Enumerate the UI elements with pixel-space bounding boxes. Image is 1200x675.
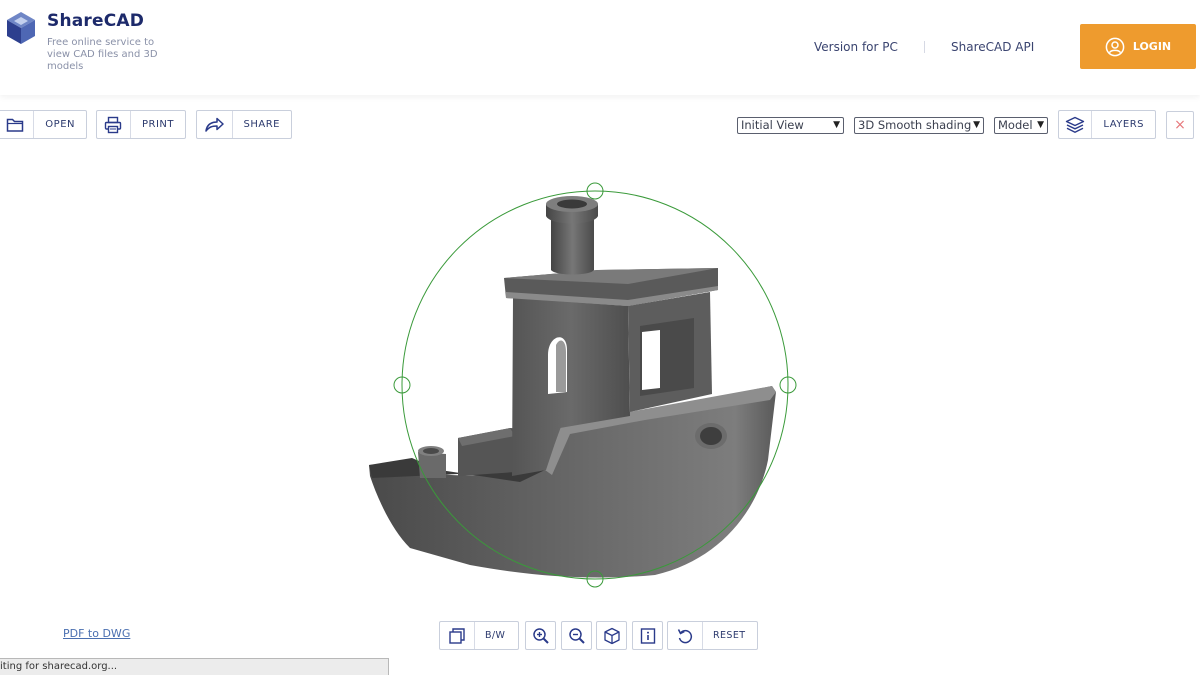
reset-label: RESET bbox=[713, 630, 746, 641]
model-select-value: Model bbox=[998, 118, 1033, 132]
user-circle-icon bbox=[1105, 37, 1125, 56]
nav-divider bbox=[924, 41, 925, 53]
print-label: PRINT bbox=[141, 119, 174, 130]
3d-view-button[interactable] bbox=[596, 621, 627, 650]
zoom-out-button[interactable] bbox=[561, 621, 592, 650]
login-button[interactable]: LOGIN bbox=[1080, 24, 1196, 69]
zoom-in-icon bbox=[526, 622, 555, 649]
nav-version-for-pc[interactable]: Version for PC bbox=[814, 40, 898, 54]
info-button[interactable] bbox=[632, 621, 663, 650]
benchy-boat-model[interactable] bbox=[369, 196, 776, 578]
info-icon bbox=[633, 622, 662, 649]
printer-icon bbox=[97, 111, 131, 138]
reset-button[interactable]: RESET bbox=[667, 621, 758, 650]
login-label: LOGIN bbox=[1132, 40, 1172, 53]
sharecad-logo-icon[interactable] bbox=[6, 11, 36, 45]
browser-status-bar: iting for sharecad.org... bbox=[0, 658, 389, 675]
open-button[interactable]: OPEN bbox=[0, 110, 87, 139]
brand-name[interactable]: ShareCAD bbox=[47, 11, 144, 31]
zoom-in-button[interactable] bbox=[525, 621, 556, 650]
fit-frame-icon bbox=[440, 622, 475, 649]
model-select[interactable]: Model ▼ bbox=[994, 117, 1048, 134]
open-label: OPEN bbox=[45, 119, 75, 130]
share-button[interactable]: SHARE bbox=[196, 110, 292, 139]
rotate-reset-icon bbox=[668, 622, 703, 649]
bw-label: B/W bbox=[485, 630, 506, 641]
view-select-value: Initial View bbox=[741, 118, 804, 132]
shading-select-value: 3D Smooth shading bbox=[858, 118, 972, 132]
model-viewport[interactable] bbox=[0, 150, 1200, 610]
chevron-down-icon: ▼ bbox=[973, 120, 980, 130]
folder-icon bbox=[0, 111, 35, 138]
layers-label: LAYERS bbox=[1103, 119, 1144, 130]
view-select[interactable]: Initial View ▼ bbox=[737, 117, 844, 134]
zoom-out-icon bbox=[562, 622, 591, 649]
layers-button[interactable]: LAYERS bbox=[1058, 110, 1156, 139]
close-icon: × bbox=[1174, 117, 1186, 133]
brand-tagline: Free online service to view CAD files an… bbox=[47, 37, 158, 72]
bw-button[interactable]: B/W bbox=[439, 621, 519, 650]
nav-sharecad-api[interactable]: ShareCAD API bbox=[951, 40, 1034, 54]
chevron-down-icon: ▼ bbox=[1037, 120, 1044, 130]
close-button[interactable]: × bbox=[1166, 111, 1194, 139]
top-header: ShareCAD Free online service to view CAD… bbox=[0, 0, 1200, 95]
layers-icon bbox=[1059, 111, 1093, 138]
shading-select[interactable]: 3D Smooth shading ▼ bbox=[854, 117, 984, 134]
share-label: SHARE bbox=[243, 119, 280, 130]
pdf-to-dwg-link[interactable]: PDF to DWG bbox=[63, 627, 130, 640]
share-arrow-icon bbox=[197, 111, 233, 138]
print-button[interactable]: PRINT bbox=[96, 110, 186, 139]
chevron-down-icon: ▼ bbox=[833, 120, 840, 130]
cube-icon bbox=[597, 622, 626, 649]
